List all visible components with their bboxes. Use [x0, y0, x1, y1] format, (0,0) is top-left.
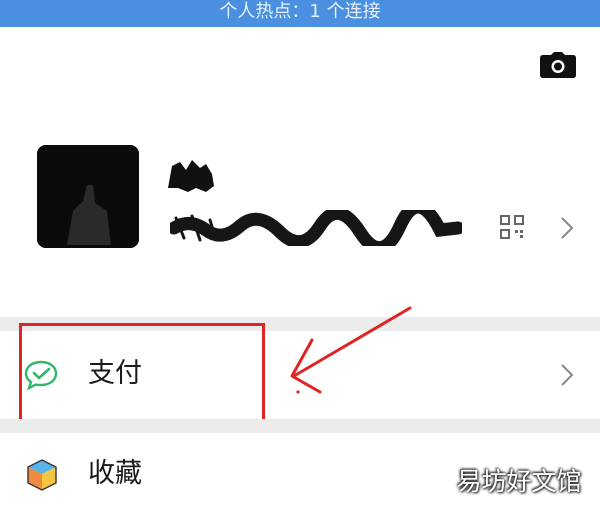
chevron-right-icon — [561, 364, 574, 386]
avatar[interactable] — [37, 145, 139, 248]
watermark: 易坊好文馆 — [456, 467, 582, 496]
favorites-cube-icon — [27, 459, 57, 491]
camera-icon[interactable] — [540, 52, 576, 78]
highlight-box-annotation — [19, 323, 265, 423]
menu-item-favorites-label: 收藏 — [88, 458, 142, 489]
arrow-annotation — [290, 306, 412, 394]
status-bar: 个人热点：1 个连接 — [0, 0, 600, 27]
section-divider — [0, 419, 600, 433]
chevron-right-icon — [561, 217, 574, 239]
qrcode-icon[interactable] — [500, 215, 524, 239]
nickname-redacted — [168, 160, 214, 192]
wechat-id-redacted — [170, 210, 462, 246]
